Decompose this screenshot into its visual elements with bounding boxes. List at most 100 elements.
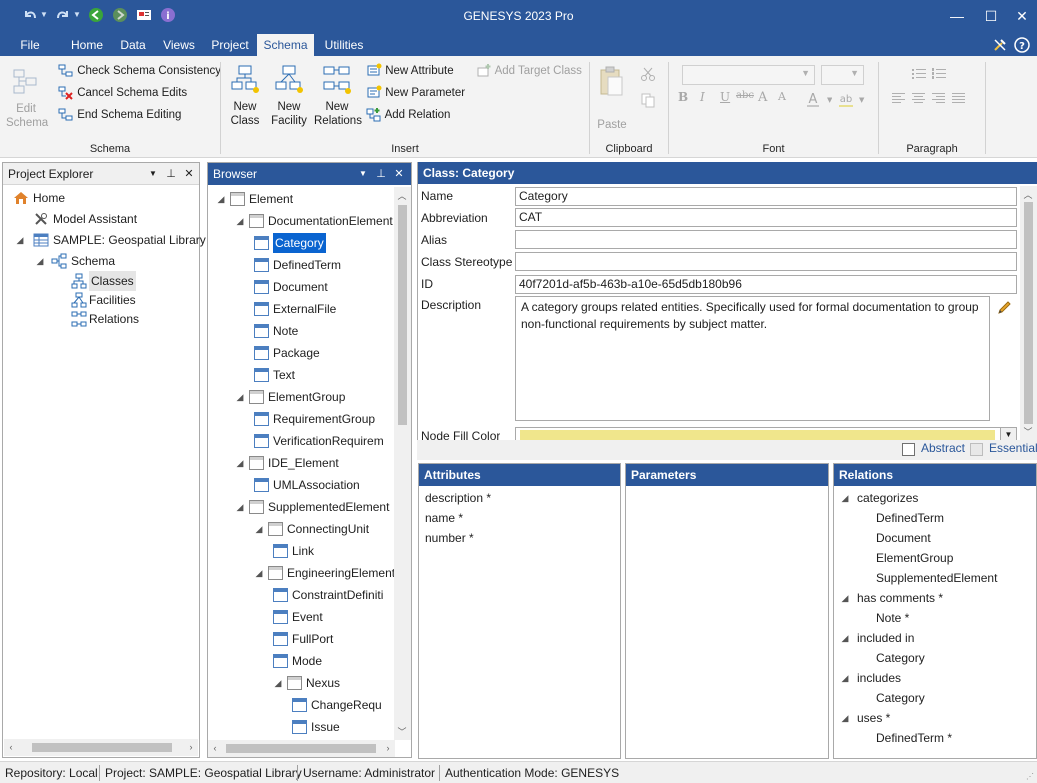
horizontal-scrollbar[interactable]: ‹ › bbox=[208, 740, 395, 757]
name-field[interactable]: Category bbox=[515, 187, 1017, 206]
italic-button[interactable]: I bbox=[700, 90, 705, 104]
close-button[interactable]: ✕ bbox=[1007, 5, 1037, 27]
expand-icon[interactable]: ◢ bbox=[235, 387, 245, 407]
numbered-list-icon[interactable] bbox=[931, 67, 947, 81]
pin-icon[interactable]: ⊥ bbox=[163, 163, 179, 185]
add-relation-button[interactable]: Add Relation bbox=[366, 106, 450, 124]
justify-icon[interactable] bbox=[952, 92, 966, 104]
scroll-right-icon[interactable]: › bbox=[186, 742, 196, 752]
scroll-down-icon[interactable]: ﹀ bbox=[397, 725, 407, 738]
scroll-up-icon[interactable]: ︿ bbox=[1023, 188, 1033, 201]
copy-icon[interactable] bbox=[640, 92, 656, 108]
strikethrough-button[interactable]: abc bbox=[736, 90, 754, 101]
expand-icon[interactable]: ◢ bbox=[840, 628, 850, 648]
cut-icon[interactable] bbox=[640, 66, 656, 82]
maximize-button[interactable]: ☐ bbox=[976, 5, 1006, 27]
scroll-thumb[interactable] bbox=[398, 205, 407, 425]
horizontal-scrollbar[interactable]: ‹ › bbox=[4, 739, 198, 756]
tab-file[interactable]: File bbox=[12, 34, 48, 56]
edit-pencil-icon[interactable] bbox=[996, 300, 1012, 316]
add-target-class-button[interactable]: Add Target Class bbox=[476, 62, 582, 80]
expand-icon[interactable]: ◢ bbox=[35, 251, 45, 271]
tab-home[interactable]: Home bbox=[64, 34, 110, 56]
vertical-scrollbar[interactable]: ︿ ﹀ bbox=[1020, 186, 1037, 440]
scroll-up-icon[interactable]: ︿ bbox=[397, 189, 407, 202]
new-attribute-button[interactable]: New Attribute bbox=[366, 62, 454, 80]
align-left-icon[interactable] bbox=[892, 92, 906, 104]
class-stereotype-field[interactable] bbox=[515, 252, 1017, 271]
expand-icon[interactable]: ◢ bbox=[254, 519, 264, 539]
cancel-schema-edits-button[interactable]: Cancel Schema Edits bbox=[58, 84, 187, 102]
grow-font-button[interactable]: A bbox=[758, 90, 767, 105]
expand-icon[interactable]: ◢ bbox=[235, 497, 245, 517]
bold-button[interactable]: B bbox=[678, 90, 688, 104]
check-schema-consistency-button[interactable]: Check Schema Consistency bbox=[58, 62, 221, 80]
shrink-font-button[interactable]: A bbox=[778, 90, 786, 103]
expand-icon[interactable]: ◢ bbox=[216, 189, 226, 209]
scroll-down-icon[interactable]: ﹀ bbox=[1023, 425, 1033, 438]
tab-utilities[interactable]: Utilities bbox=[318, 34, 370, 56]
relation-target[interactable]: DefinedTerm * bbox=[876, 728, 952, 748]
expand-icon[interactable]: ◢ bbox=[254, 563, 264, 583]
node-fill-color-field[interactable]: ▼ bbox=[515, 427, 1017, 440]
expand-icon[interactable]: ◢ bbox=[840, 668, 850, 688]
font-size-select[interactable]: ▼ bbox=[821, 65, 864, 85]
bullet-list-icon[interactable] bbox=[911, 67, 927, 81]
scroll-thumb[interactable] bbox=[226, 744, 376, 753]
tab-views[interactable]: Views bbox=[158, 34, 200, 56]
abbreviation-field[interactable]: CAT bbox=[515, 208, 1017, 227]
expand-icon[interactable]: ◢ bbox=[840, 588, 850, 608]
relation-target[interactable]: ElementGroup bbox=[876, 548, 953, 568]
new-facility-button[interactable]: New Facility bbox=[268, 64, 310, 128]
help-icon[interactable]: ? bbox=[1014, 37, 1030, 53]
relation-target[interactable]: Document bbox=[876, 528, 931, 548]
relation-target[interactable]: Note * bbox=[876, 608, 909, 628]
font-color-icon[interactable]: A ▼ bbox=[806, 90, 833, 108]
paste-button[interactable]: Paste bbox=[594, 64, 630, 132]
attribute-item[interactable]: description * bbox=[425, 488, 491, 508]
tab-data[interactable]: Data bbox=[114, 34, 152, 56]
chevron-down-icon[interactable]: ▼ bbox=[1000, 428, 1016, 440]
essential-checkbox[interactable] bbox=[970, 443, 983, 456]
expand-icon[interactable]: ◢ bbox=[235, 453, 245, 473]
expand-icon[interactable]: ◢ bbox=[840, 488, 850, 508]
underline-button[interactable]: U bbox=[720, 90, 730, 104]
tab-schema[interactable]: Schema bbox=[257, 34, 314, 56]
tools-icon[interactable] bbox=[992, 37, 1008, 53]
new-class-button[interactable]: New Class bbox=[226, 64, 264, 128]
highlight-icon[interactable]: ab ▼ bbox=[838, 90, 866, 108]
expand-icon[interactable]: ◢ bbox=[15, 230, 25, 250]
close-icon[interactable]: ✕ bbox=[181, 163, 197, 185]
font-family-select[interactable]: ▼ bbox=[682, 65, 815, 85]
scroll-left-icon[interactable]: ‹ bbox=[210, 743, 220, 753]
id-field[interactable]: 40f7201d-af5b-463b-a10e-65d5db180b96 bbox=[515, 275, 1017, 294]
scroll-thumb[interactable] bbox=[32, 743, 172, 752]
relation-target[interactable]: DefinedTerm bbox=[876, 508, 944, 528]
abstract-checkbox[interactable] bbox=[902, 443, 915, 456]
expand-icon[interactable]: ◢ bbox=[273, 673, 283, 693]
pin-icon[interactable]: ⊥ bbox=[373, 163, 389, 185]
end-schema-editing-button[interactable]: End Schema Editing bbox=[58, 106, 181, 124]
edit-schema-button[interactable]: Edit Schema bbox=[6, 66, 48, 130]
attribute-item[interactable]: number * bbox=[425, 528, 474, 548]
expand-icon[interactable]: ◢ bbox=[840, 708, 850, 728]
expand-icon[interactable]: ◢ bbox=[235, 211, 245, 231]
minimize-button[interactable]: — bbox=[942, 5, 972, 27]
vertical-scrollbar[interactable]: ︿ ﹀ bbox=[394, 187, 411, 740]
new-parameter-button[interactable]: New Parameter bbox=[366, 84, 465, 102]
align-right-icon[interactable] bbox=[932, 92, 946, 104]
tab-project[interactable]: Project bbox=[206, 34, 254, 56]
relation-target[interactable]: SupplementedElement bbox=[876, 568, 997, 588]
scroll-left-icon[interactable]: ‹ bbox=[6, 742, 16, 752]
scroll-right-icon[interactable]: › bbox=[383, 743, 393, 753]
attribute-item[interactable]: name * bbox=[425, 508, 463, 528]
align-center-icon[interactable] bbox=[912, 92, 926, 104]
chevron-down-icon[interactable]: ▼ bbox=[355, 163, 371, 185]
chevron-down-icon[interactable]: ▼ bbox=[145, 163, 161, 185]
relation-target[interactable]: Category bbox=[876, 688, 925, 708]
resize-grip-icon[interactable]: ⋰ bbox=[1026, 772, 1034, 781]
scroll-thumb[interactable] bbox=[1024, 202, 1033, 424]
description-field[interactable]: A category groups related entities. Spec… bbox=[515, 296, 990, 421]
new-relations-button[interactable]: New Relations bbox=[314, 64, 362, 128]
relation-target[interactable]: Category bbox=[876, 648, 925, 668]
